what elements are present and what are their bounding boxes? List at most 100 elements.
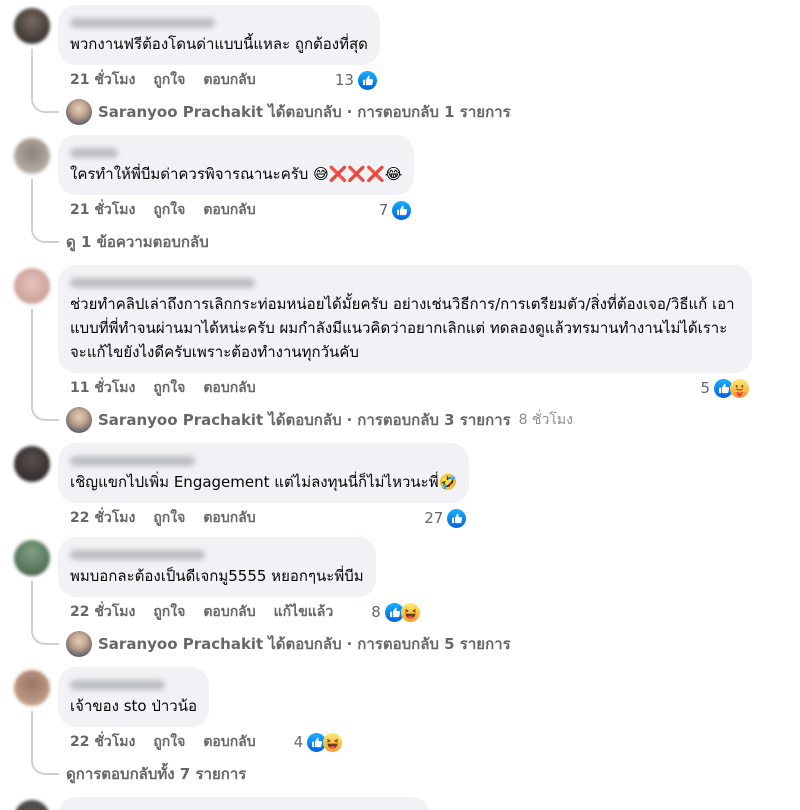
comment-actions: 22 ชั่วโมง ถูกใจ ตอบกลับ 27 [58, 508, 469, 528]
comment-row: พวกงานฟรีต้องโดนด่าแบบนี้แหละ ถูกต้องที่… [14, 5, 800, 90]
reply-count: การตอบกลับ 5 รายการ [357, 635, 511, 653]
comment-row: พมบอกละต้องเป็นดีเจกมู5555 หยอกๆนะพี่บีม… [14, 537, 800, 622]
commenter-avatar[interactable] [14, 670, 50, 706]
reaction-count: 5 [700, 379, 710, 397]
comment-row: เชิญแขกไปเพิ่ม Engagement แต่ไม่ลงทุนนี่… [14, 443, 800, 528]
comment-bubble: เชิญแขกไปเพิ่ม Engagement แต่ไม่ลงทุนนี่… [58, 443, 470, 503]
reply-count: การตอบกลับ 1 รายการ [357, 103, 511, 121]
view-replies-link[interactable]: Saranyoo Prachakit ได้ตอบกลับ · การตอบกล… [66, 99, 800, 125]
like-button[interactable]: ถูกใจ [153, 601, 185, 623]
view-replies-link[interactable]: Saranyoo Prachakit ได้ตอบกลับ · การตอบกล… [66, 631, 800, 657]
separator-dot: · [346, 411, 353, 429]
comment-row: เจ้าของ sto ป่าวน้อ 22 ชั่วโมง ถูกใจ ตอบ… [14, 667, 800, 752]
care-icon [730, 378, 749, 398]
reply-button[interactable]: ตอบกลับ [203, 731, 255, 753]
reaction-summary[interactable]: 27 [404, 508, 467, 528]
haha-icon [400, 602, 420, 622]
comment-body: เชิญแขกไปเพิ่ม Engagement แต่ไม่ลงทุนนี่… [58, 443, 470, 528]
reply-author-name: Saranyoo Prachakit [98, 411, 264, 429]
comment-body: พมบอกละต้องเป็นดีเจกมู5555 หยอกๆนะพี่บีม… [58, 537, 423, 622]
reaction-summary[interactable]: 7 [359, 200, 412, 220]
comment-bubble: เจ้าของ sto ป่าวน้อ [58, 667, 209, 727]
commenter-avatar[interactable] [14, 8, 50, 44]
comment-actions: 22 ชั่วโมง ถูกใจ ตอบกลับ 4 [58, 732, 345, 752]
commenter-avatar[interactable] [14, 800, 50, 810]
comment-text: เชิญแขกไปเพิ่ม Engagement แต่ไม่ลงทุนนี่… [70, 473, 458, 491]
view-replies-text: ดูการตอบกลับทั้ง 7 รายการ [66, 765, 247, 783]
comment-time[interactable]: 22 ชั่วโมง [70, 731, 135, 753]
thread-connector-line [31, 711, 59, 775]
separator-dot: · [346, 635, 353, 653]
like-button[interactable]: ถูกใจ [153, 199, 185, 221]
like-button[interactable]: ถูกใจ [153, 69, 185, 91]
comment-row: ช่วยทำคลิปเล่าถึงการเลิกกระท่อมหน่อยได้ม… [14, 265, 800, 398]
reply-button[interactable]: ตอบกลับ [203, 601, 255, 623]
reaction-summary[interactable]: 5 [680, 378, 749, 398]
commenter-avatar[interactable] [14, 446, 50, 482]
reply-button[interactable]: ตอบกลับ [203, 377, 255, 399]
reaction-summary[interactable]: 4 [274, 732, 343, 752]
comment-time[interactable]: 22 ชั่วโมง [70, 507, 135, 529]
reaction-count: 13 [334, 71, 354, 89]
reply-button[interactable]: ตอบกลับ [203, 507, 255, 529]
commenter-name-blurred[interactable] [70, 680, 165, 690]
comment-body: เจ้าของ sto ป่าวน้อ 22 ชั่วโมง ถูกใจ ตอบ… [58, 667, 345, 752]
comment-bubble: ช่วยทำคลิปเล่าถึงการเลิกกระท่อมหน่อยได้ม… [58, 265, 752, 373]
reaction-count: 7 [378, 201, 389, 219]
commenter-name-blurred[interactable] [70, 148, 118, 158]
like-icon [447, 508, 467, 528]
comment-actions: 11 ชั่วโมง ถูกใจ ตอบกลับ 5 [58, 378, 752, 398]
like-button[interactable]: ถูกใจ [153, 377, 185, 399]
replied-verb: ได้ตอบกลับ [268, 411, 342, 429]
comment-time[interactable]: 21 ชั่วโมง [70, 199, 135, 221]
page-author-avatar [66, 407, 92, 433]
reply-button[interactable]: ตอบกลับ [203, 69, 255, 91]
comment-text: เจ้าของ sto ป่าวน้อ [70, 697, 197, 715]
commenter-name-blurred[interactable] [70, 456, 195, 466]
comment: ช่วยทำคลิปเล่าถึงการเลิกกระท่อมหน่อยได้ม… [14, 265, 800, 433]
comment-actions: 22 ชั่วโมง ถูกใจ ตอบกลับ แก้ไขแล้ว 8 [58, 602, 423, 622]
comment-time[interactable]: 21 ชั่วโมง [70, 69, 135, 91]
commenter-avatar[interactable] [14, 540, 50, 576]
commenter-avatar[interactable] [14, 138, 50, 174]
thread-connector-line [31, 309, 59, 421]
thread-connector-line [31, 49, 59, 113]
comment-body: ใครทำให้พี่บีมด่าควรพิจารณานะครับ 😅❌❌❌😂 … [58, 135, 415, 221]
page-author-avatar [66, 99, 92, 125]
reaction-summary[interactable]: 13 [315, 70, 377, 90]
comment-text: พวกงานฟรีต้องโดนด่าแบบนี้แหละ ถูกต้องที่… [70, 35, 368, 53]
view-replies-link[interactable]: ดูการตอบกลับทั้ง 7 รายการ [66, 764, 800, 784]
next-comment-partial [14, 797, 800, 810]
commenter-avatar[interactable] [14, 268, 50, 304]
like-button[interactable]: ถูกใจ [153, 731, 185, 753]
haha-icon [323, 732, 343, 752]
edited-label[interactable]: แก้ไขแล้ว [274, 601, 334, 623]
comment-bubble: พวกงานฟรีต้องโดนด่าแบบนี้แหละ ถูกต้องที่… [58, 5, 380, 65]
view-replies-link[interactable]: Saranyoo Prachakit ได้ตอบกลับ · การตอบกล… [66, 407, 800, 433]
comment-feed: พวกงานฟรีต้องโดนด่าแบบนี้แหละ ถูกต้องที่… [0, 0, 800, 810]
comment: พมบอกละต้องเป็นดีเจกมู5555 หยอกๆนะพี่บีม… [14, 537, 800, 657]
separator-dot: · [346, 103, 353, 121]
comment-time[interactable]: 11 ชั่วโมง [70, 377, 135, 399]
reply-count: การตอบกลับ 3 รายการ [357, 411, 511, 429]
comment-time[interactable]: 22 ชั่วโมง [70, 601, 135, 623]
view-replies-link[interactable]: ดู 1 ข้อความตอบกลับ [66, 232, 800, 252]
replied-verb: ได้ตอบกลับ [268, 635, 342, 653]
reply-author-name: Saranyoo Prachakit [98, 635, 264, 653]
thread-connector-line [31, 581, 59, 645]
replied-verb: ได้ตอบกลับ [268, 103, 342, 121]
like-icon [392, 200, 412, 220]
like-button[interactable]: ถูกใจ [153, 507, 185, 529]
reaction-count: 27 [424, 509, 444, 527]
comment-text: ใครทำให้พี่บีมด่าควรพิจารณานะครับ 😅❌❌❌😂 [70, 165, 403, 183]
reaction-summary[interactable]: 8 [351, 602, 420, 622]
commenter-name-blurred[interactable] [70, 550, 205, 560]
commenter-name-blurred[interactable] [70, 278, 255, 288]
reply-button[interactable]: ตอบกลับ [203, 199, 255, 221]
comment: เจ้าของ sto ป่าวน้อ 22 ชั่วโมง ถูกใจ ตอบ… [14, 667, 800, 784]
thread-connector-line [31, 179, 59, 243]
commenter-name-blurred[interactable] [70, 18, 215, 28]
comment-row [14, 797, 800, 810]
comment-text: ช่วยทำคลิปเล่าถึงการเลิกกระท่อมหน่อยได้ม… [70, 295, 735, 361]
comment: เชิญแขกไปเพิ่ม Engagement แต่ไม่ลงทุนนี่… [14, 443, 800, 528]
